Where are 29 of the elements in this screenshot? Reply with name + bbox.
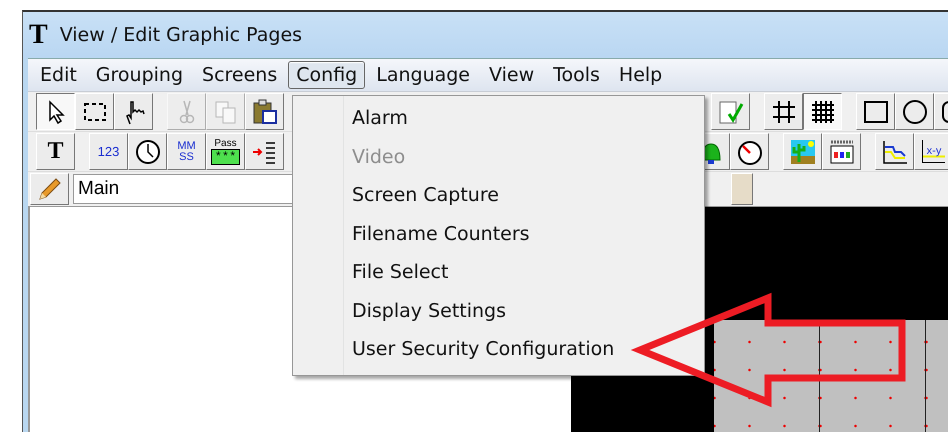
- app-icon: T: [29, 19, 48, 51]
- menu-option[interactable]: Display Settings: [293, 292, 704, 330]
- edit-button[interactable]: [30, 173, 69, 205]
- window-title: View / Edit Graphic Pages: [60, 24, 302, 46]
- xy-tool-button[interactable]: x-y: [914, 133, 948, 170]
- menu-item[interactable]: View: [481, 61, 542, 89]
- menu-item[interactable]: Grouping: [88, 61, 192, 89]
- circle-icon: [900, 98, 928, 126]
- menu-option[interactable]: User Security Configuration: [293, 330, 704, 368]
- cactus-picture-icon: [788, 138, 816, 166]
- menu-item[interactable]: Edit: [32, 61, 85, 89]
- number-tool-button[interactable]: 123: [89, 133, 128, 170]
- text-tool-button[interactable]: T: [36, 133, 75, 170]
- menu-item[interactable]: Tools: [545, 61, 608, 89]
- menu-item[interactable]: Help: [610, 61, 670, 89]
- menu-option[interactable]: Screen Capture: [293, 176, 704, 214]
- menu-option[interactable]: Alarm: [293, 99, 704, 138]
- menu-option[interactable]: Filename Counters: [293, 214, 704, 253]
- clipboard-icon: [250, 98, 278, 126]
- clock-icon: [134, 138, 162, 166]
- tool-button[interactable]: [36, 93, 75, 130]
- menu-item[interactable]: Config: [288, 61, 366, 89]
- menu-item[interactable]: Language: [368, 61, 478, 89]
- menu-item[interactable]: Screens: [194, 61, 286, 89]
- password-tool-button[interactable]: Pass ***: [206, 133, 245, 170]
- time-tool-button[interactable]: MM SS: [167, 133, 206, 170]
- table-icon: [828, 138, 856, 166]
- tool-button[interactable]: [803, 93, 842, 130]
- menu-option[interactable]: File Select: [293, 253, 704, 292]
